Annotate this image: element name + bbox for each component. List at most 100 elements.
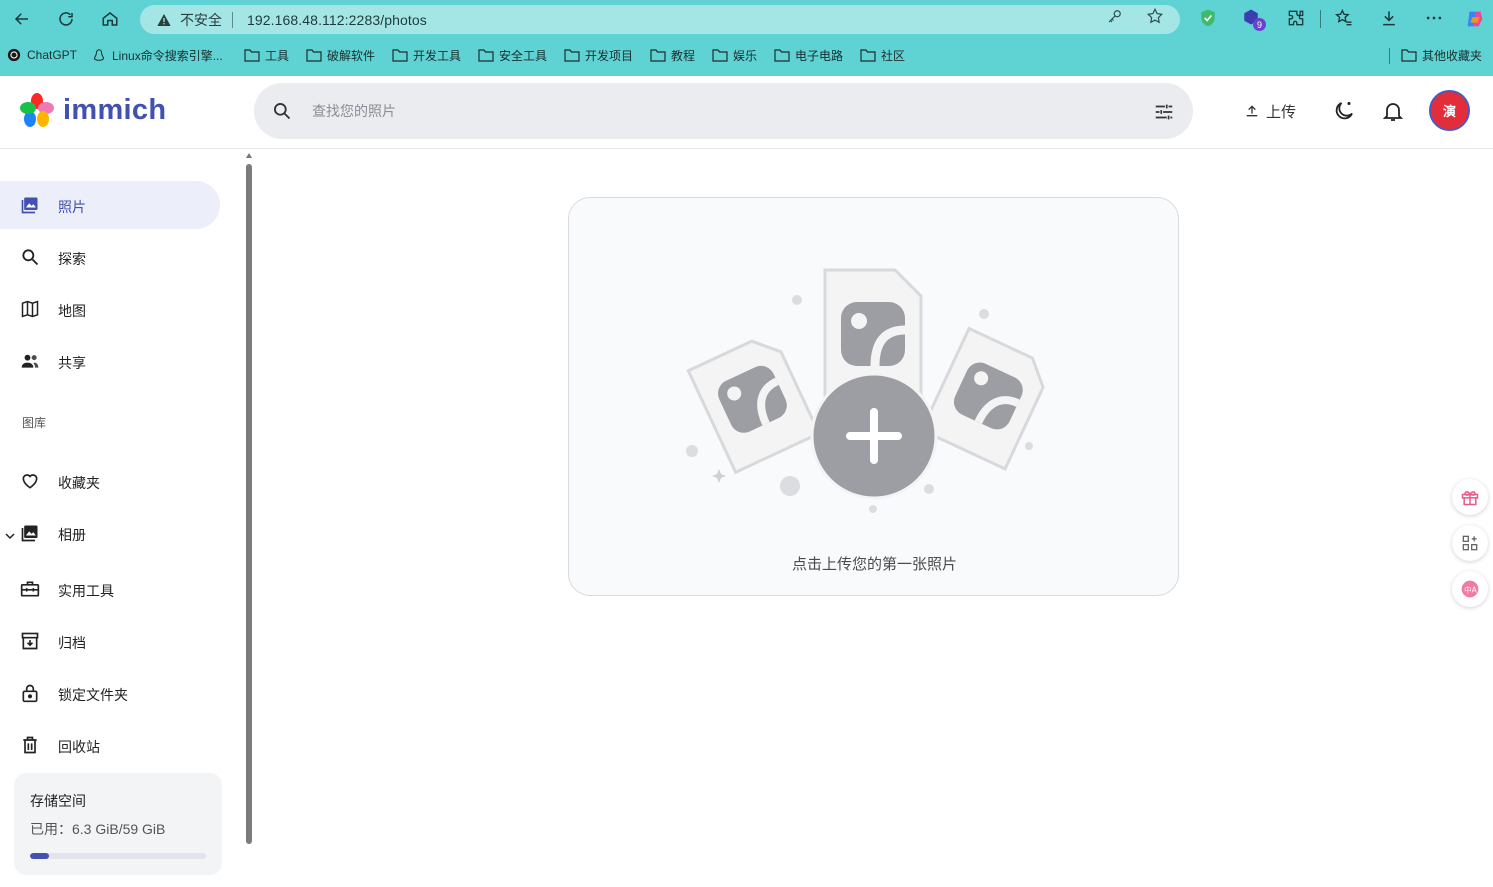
- browser-chrome: 不安全 192.168.48.112:2283/photos 9 ChatGPT…: [0, 0, 1493, 76]
- gift-button[interactable]: [1452, 479, 1488, 515]
- bookmark-folder-cracked[interactable]: 破解软件: [306, 47, 375, 63]
- bookmark-linux[interactable]: Linux命令搜索引擎...: [91, 47, 223, 63]
- empty-upload-dropzone[interactable]: 点击上传您的第一张照片: [568, 197, 1179, 596]
- security-label: 不安全: [180, 11, 222, 28]
- apps-button[interactable]: [1452, 525, 1488, 561]
- bookmark-label: ChatGPT: [27, 48, 78, 62]
- sharing-icon: [21, 354, 39, 368]
- empty-state-message: 点击上传您的第一张照片: [791, 556, 957, 573]
- bookmark-folder-projects[interactable]: 开发项目: [564, 47, 633, 63]
- warning-icon: [157, 13, 171, 26]
- refresh-icon[interactable]: [52, 6, 80, 32]
- address-bar[interactable]: 不安全 192.168.48.112:2283/photos: [140, 5, 1180, 34]
- sidebar-item-utilities[interactable]: 实用工具: [0, 565, 220, 613]
- bookmark-folder-tools[interactable]: 工具: [244, 47, 289, 63]
- sidebar: 照片 探索 地图 共享 图库 收藏夹 相册 实用工具 归档 锁定文件夹 回收站 …: [0, 150, 245, 887]
- bookmark-folder-entertainment[interactable]: 娱乐: [712, 47, 757, 63]
- folder-icon: [712, 49, 728, 62]
- album-icon: [21, 525, 38, 542]
- logo-text: immich: [63, 93, 167, 126]
- bookmark-label: 其他收藏夹: [1422, 48, 1483, 63]
- sidebar-item-photos[interactable]: 照片: [0, 181, 220, 229]
- app-header: immich 上传 演: [0, 76, 1493, 149]
- bookmark-chatgpt[interactable]: ChatGPT: [6, 47, 77, 63]
- bookmark-folder-security[interactable]: 安全工具: [478, 47, 547, 63]
- gift-icon: [1461, 491, 1479, 506]
- sidebar-item-label: 收藏夹: [58, 475, 100, 491]
- sidebar-item-archive[interactable]: 归档: [0, 617, 220, 665]
- sidebar-item-label: 相册: [58, 527, 86, 543]
- favorites-icon[interactable]: [1334, 8, 1354, 28]
- download-icon[interactable]: [1379, 8, 1399, 28]
- sidebar-item-map[interactable]: 地图: [0, 285, 220, 333]
- folder-icon: [478, 49, 494, 62]
- folder-icon: [774, 49, 790, 62]
- browser-toolbar: 不安全 192.168.48.112:2283/photos 9: [0, 0, 1493, 38]
- immich-flower-icon: [20, 93, 54, 127]
- key-icon[interactable]: [1106, 7, 1124, 25]
- storage-title: 存储空间: [30, 793, 86, 809]
- upload-button[interactable]: 上传: [1236, 98, 1304, 124]
- library-section-label: 图库: [22, 416, 47, 430]
- sidebar-item-label: 归档: [58, 635, 86, 651]
- immich-logo[interactable]: immich: [19, 92, 166, 128]
- storage-panel: 存储空间 已用：6.3 GiB/59 GiB: [14, 773, 222, 875]
- star-icon[interactable]: [1146, 7, 1164, 25]
- scrollbar-thumb[interactable]: [246, 164, 252, 844]
- scroll-up-icon[interactable]: [245, 152, 253, 160]
- bookmark-label: 开发工具: [413, 48, 462, 63]
- bookmarks-bar: ChatGPT Linux命令搜索引擎... 工具 破解软件 开发工具 安全工具…: [0, 40, 1493, 70]
- sidebar-item-locked-folder[interactable]: 锁定文件夹: [0, 669, 220, 717]
- search-bar[interactable]: [254, 83, 1193, 139]
- sidebar-item-sharing[interactable]: 共享: [0, 337, 220, 385]
- bookmark-other[interactable]: 其他收藏夹: [1401, 47, 1482, 63]
- heart-icon: [22, 474, 38, 489]
- sidebar-item-label: 回收站: [58, 739, 100, 755]
- storage-progress-fill: [30, 853, 49, 859]
- extension-with-badge[interactable]: 9: [1242, 8, 1266, 32]
- toolbar-separator: [1320, 10, 1321, 28]
- user-avatar[interactable]: 演: [1429, 90, 1470, 131]
- bookmark-folder-tutorials[interactable]: 教程: [650, 47, 695, 63]
- copilot-icon[interactable]: [1464, 8, 1486, 30]
- bookmark-label: 教程: [671, 48, 696, 63]
- lock-icon: [22, 684, 38, 703]
- folder-icon: [650, 49, 666, 62]
- bookmark-folder-devtools[interactable]: 开发工具: [392, 47, 461, 63]
- search-input[interactable]: [312, 97, 1112, 125]
- empty-photos-illustration: [686, 268, 1045, 513]
- sidebar-item-albums[interactable]: 相册: [0, 509, 220, 557]
- photos-icon: [21, 197, 38, 214]
- chatgpt-icon: [7, 48, 21, 62]
- linux-icon: [93, 49, 105, 61]
- folder-icon: [564, 49, 580, 62]
- search-icon: [22, 249, 39, 266]
- sidebar-scrollbar[interactable]: [244, 150, 254, 887]
- bookmark-folder-electronics[interactable]: 电子电路: [774, 47, 843, 63]
- theme-toggle-icon[interactable]: [1332, 99, 1356, 123]
- folder-icon: [1401, 49, 1417, 62]
- bookmark-folder-community[interactable]: 社区: [860, 47, 905, 63]
- search-filter-icon[interactable]: [1153, 101, 1175, 123]
- puzzle-icon[interactable]: [1286, 8, 1306, 28]
- archive-icon: [21, 632, 39, 650]
- bookmark-label: 娱乐: [733, 48, 758, 63]
- notification-bell-icon[interactable]: [1381, 99, 1405, 123]
- url-text: 192.168.48.112:2283/photos: [247, 11, 427, 28]
- bookmark-label: Linux命令搜索引擎...: [112, 48, 223, 63]
- home-icon[interactable]: [96, 6, 124, 32]
- sidebar-item-explore[interactable]: 探索: [0, 233, 220, 281]
- sidebar-item-favorites[interactable]: 收藏夹: [0, 457, 220, 505]
- sidebar-item-trash[interactable]: 回收站: [0, 721, 220, 769]
- search-icon[interactable]: [272, 101, 292, 121]
- more-icon[interactable]: [1424, 8, 1444, 28]
- shield-extension-icon[interactable]: [1198, 8, 1218, 28]
- translate-button[interactable]: 中A: [1452, 571, 1488, 607]
- sidebar-item-label: 锁定文件夹: [58, 687, 128, 703]
- chevron-down-icon[interactable]: [5, 531, 15, 541]
- back-icon[interactable]: [8, 6, 36, 32]
- trash-icon: [23, 736, 37, 754]
- bookmark-label: 工具: [265, 48, 290, 63]
- storage-used: 已用：6.3 GiB/59 GiB: [30, 821, 166, 837]
- sidebar-item-label: 照片: [58, 199, 86, 215]
